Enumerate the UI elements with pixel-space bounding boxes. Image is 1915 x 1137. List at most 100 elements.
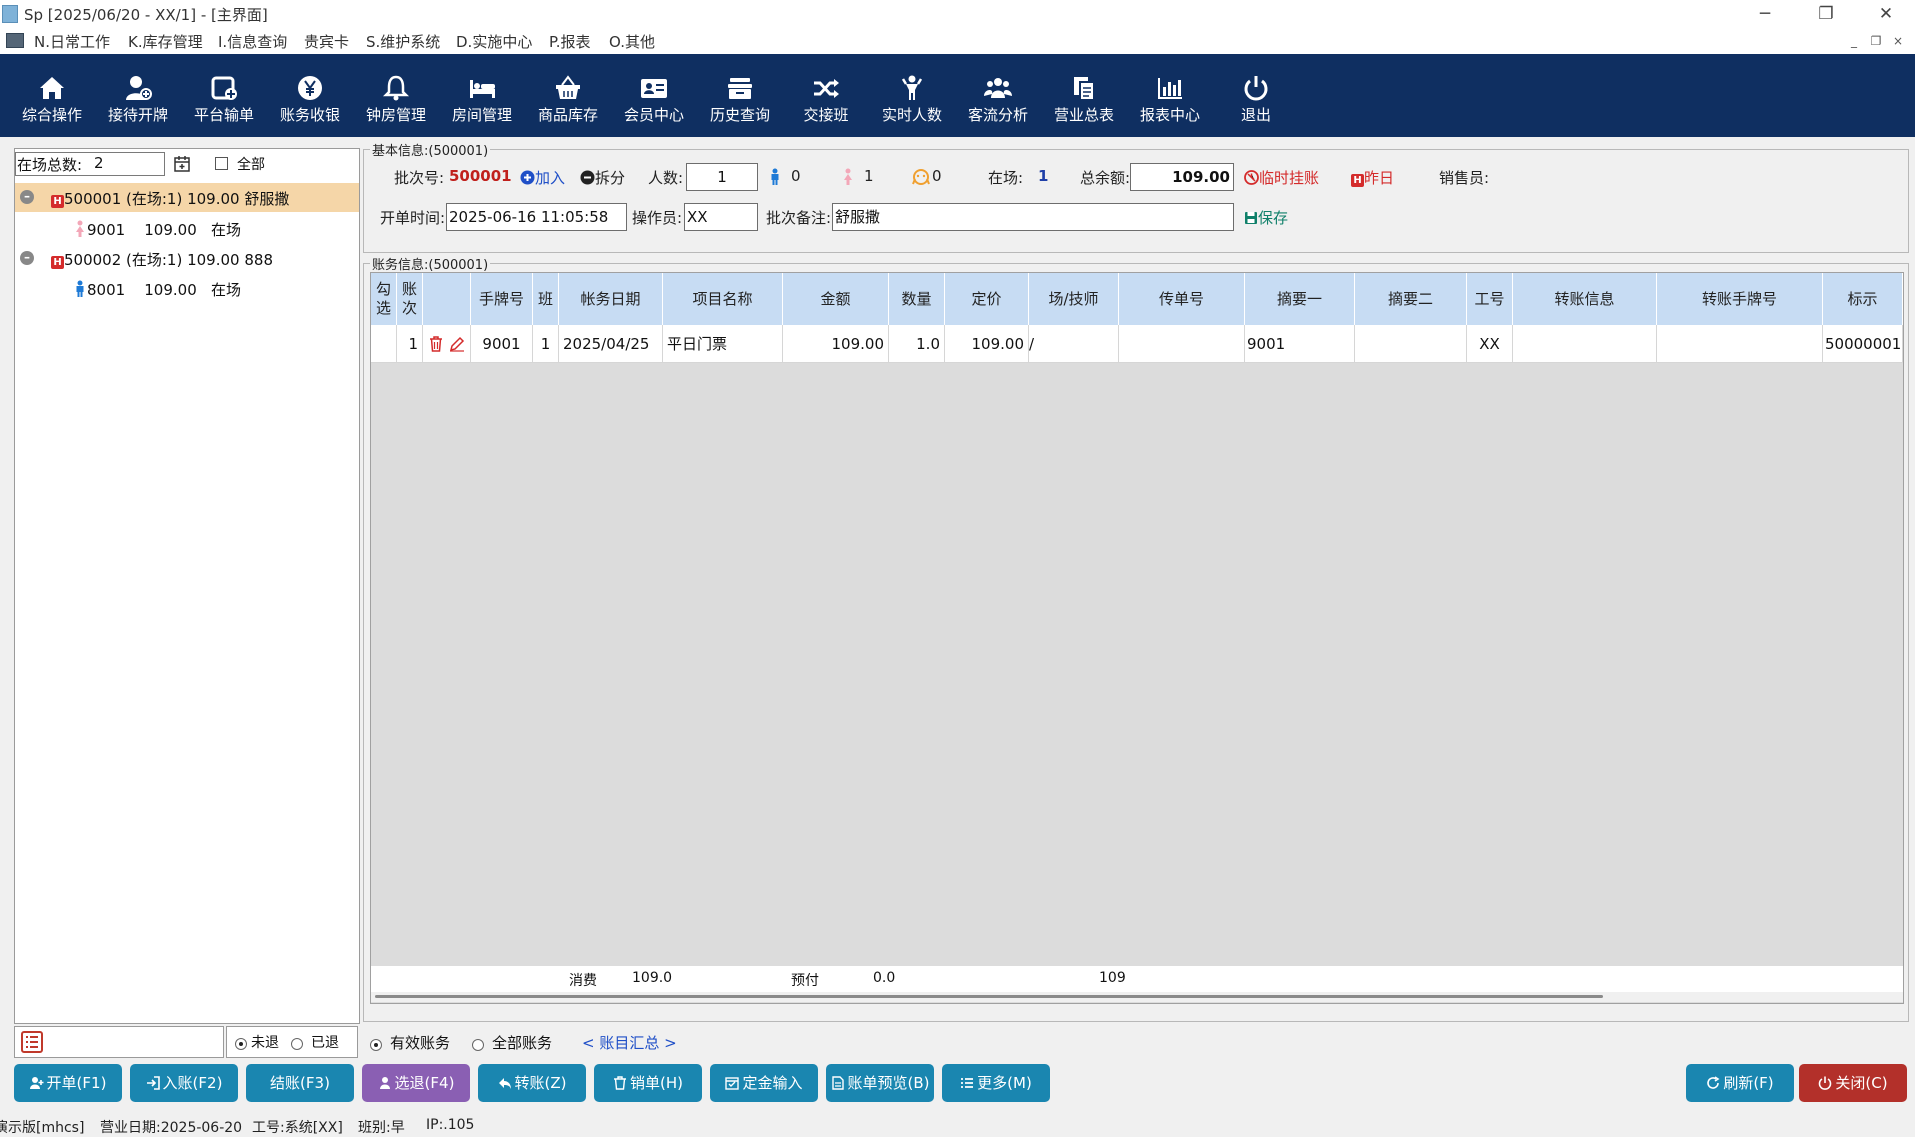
select-return-button[interactable]: 选退(F4) (362, 1064, 470, 1102)
calendar-icon[interactable] (173, 155, 191, 173)
toolbar-clock-room[interactable]: 钟房管理 (353, 54, 439, 137)
col-header-shift[interactable]: 班 (533, 273, 559, 325)
copy-docs-icon (1074, 77, 1095, 101)
operator-field[interactable]: XX (684, 203, 758, 231)
refresh-button[interactable]: 刷新(F) (1686, 1064, 1794, 1102)
collapse-icon[interactable]: – (20, 251, 34, 265)
prepay-label: 预付 (791, 973, 819, 989)
toolbar-label: 账务收银 (279, 106, 340, 124)
show-all-checkbox[interactable] (215, 155, 228, 173)
close-window-button[interactable]: ✕ (1857, 0, 1915, 28)
menu-implementation[interactable]: D.实施中心 (456, 31, 532, 52)
restore-button[interactable]: ❐ (1797, 0, 1855, 28)
split-button[interactable]: 拆分 (580, 167, 625, 188)
people-count-field[interactable]: 1 (686, 163, 758, 191)
menu-vip-card[interactable]: 贵宾卡 (304, 31, 349, 52)
col-header-worker-id[interactable]: 工号 (1467, 273, 1513, 325)
toolbar-exit[interactable]: 退出 (1213, 54, 1299, 137)
menu-other[interactable]: O.其他 (609, 31, 655, 52)
settle-button[interactable]: 结账(F3) (246, 1064, 354, 1102)
toolbar-cashier[interactable]: 账务收银 (267, 54, 353, 137)
toolbar-passenger-flow[interactable]: 客流分析 (955, 54, 1041, 137)
menu-system-maintenance[interactable]: S.维护系统 (366, 31, 440, 52)
open-bill-button[interactable]: 开单(F1) (14, 1064, 122, 1102)
toolbar-room-management[interactable]: 房间管理 (439, 54, 525, 137)
tree-child-9001[interactable]: 9001 109.00 在场 (87, 219, 241, 240)
toolbar-member-center[interactable]: 会员中心 (611, 54, 697, 137)
col-header-order-no[interactable]: 传单号 (1119, 273, 1245, 325)
calendar-check-icon (725, 1077, 740, 1090)
scrollbar-thumb[interactable] (375, 995, 1603, 998)
toolbar-report-center[interactable]: 报表中心 (1127, 54, 1213, 137)
edit-icon[interactable] (449, 336, 465, 352)
menu-daily-work[interactable]: N.日常工作 (34, 31, 110, 52)
minimize-button[interactable]: ─ (1736, 0, 1794, 28)
toolbar-reception[interactable]: 接待开牌 (95, 54, 181, 137)
entry-button[interactable]: 入账(F2) (130, 1064, 238, 1102)
col-header-price[interactable]: 定价 (945, 273, 1029, 325)
delete-icon[interactable] (429, 336, 443, 352)
col-header-summary-2[interactable]: 摘要二 (1355, 273, 1467, 325)
returned-radio[interactable] (291, 1035, 303, 1053)
col-header-marker[interactable]: 标示 (1823, 273, 1903, 325)
search-box[interactable] (14, 1026, 224, 1058)
toolbar-business-summary[interactable]: 营业总表 (1041, 54, 1127, 137)
close-button[interactable]: 关闭(C) (1799, 1064, 1907, 1102)
toolbar-realtime-count[interactable]: 实时人数 (869, 54, 955, 137)
mdi-close-button[interactable]: × (1888, 32, 1908, 50)
col-header-transfer-info[interactable]: 转账信息 (1513, 273, 1657, 325)
plus-circle-icon (520, 170, 535, 185)
col-header-account-date[interactable]: 帐务日期 (559, 273, 663, 325)
collapse-icon[interactable]: – (20, 190, 34, 204)
mdi-restore-button[interactable]: ❐ (1866, 32, 1886, 50)
horizontal-scrollbar[interactable] (371, 992, 1903, 1002)
yesterday-button[interactable]: H 昨日 (1351, 167, 1394, 188)
save-button[interactable]: 保存 (1244, 207, 1288, 228)
mdi-minimize-button[interactable]: _ (1844, 32, 1864, 50)
refresh-icon (1707, 1076, 1720, 1089)
col-header-quantity[interactable]: 数量 (889, 273, 945, 325)
cancel-bill-button[interactable]: 销单(H) (594, 1064, 702, 1102)
archive-box-icon (728, 78, 752, 99)
deposit-input-button[interactable]: 定金输入 (710, 1064, 818, 1102)
transfer-button[interactable]: 转账(Z) (478, 1064, 586, 1102)
col-header-venue-technician[interactable]: 场/技师 (1029, 273, 1119, 325)
menu-info-query[interactable]: I.信息查询 (218, 31, 287, 52)
consume-value: 109.0 (632, 970, 673, 986)
toolbar-goods-inventory[interactable]: 商品库存 (525, 54, 611, 137)
toolbar-platform-entry[interactable]: 平台输单 (181, 54, 267, 137)
unreturned-radio[interactable] (235, 1035, 247, 1053)
tree-node-500001[interactable]: H 500001 (在场:1) 109.00 舒服撒 (51, 188, 289, 209)
menu-reports[interactable]: P.报表 (549, 31, 590, 52)
temp-hold-button[interactable]: 临时挂账 (1244, 167, 1319, 188)
col-header-summary-1[interactable]: 摘要一 (1245, 273, 1355, 325)
tree-node-500002[interactable]: H 500002 (在场:1) 109.00 888 (51, 249, 273, 270)
col-header-transfer-tag[interactable]: 转账手牌号 (1657, 273, 1823, 325)
toolbar-comprehensive[interactable]: 综合操作 (9, 54, 95, 137)
col-header-item-name[interactable]: 项目名称 (663, 273, 783, 325)
col-header-seq[interactable]: 账次 (397, 273, 423, 325)
list-icon[interactable] (21, 1031, 43, 1053)
cell-select[interactable] (371, 325, 397, 363)
col-header-hand-tag[interactable]: 手牌号 (471, 273, 533, 325)
toolbar-shift-handover[interactable]: 交接班 (783, 54, 869, 137)
balance-field[interactable]: 109.00 (1130, 163, 1234, 191)
col-header-select[interactable]: 勾选 (371, 273, 397, 325)
group-icon (984, 78, 1012, 98)
col-header-amount[interactable]: 金额 (783, 273, 889, 325)
all-account-radio[interactable] (472, 1036, 484, 1054)
add-button[interactable]: 加入 (520, 167, 565, 188)
valid-account-radio[interactable] (370, 1036, 382, 1054)
bill-preview-button[interactable]: 账单预览(B) (826, 1064, 934, 1102)
more-button[interactable]: 更多(M) (942, 1064, 1050, 1102)
toolbar-history-query[interactable]: 历史查询 (697, 54, 783, 137)
open-time-field[interactable]: 2025-06-16 11:05:58 (446, 203, 627, 231)
menu-inventory[interactable]: K.库存管理 (128, 31, 203, 52)
tree-child-8001[interactable]: 8001 109.00 在场 (87, 279, 241, 300)
guest-tree-panel: 在场总数: 2 全部 – H 500001 (在场:1) 109.00 舒服撒 9… (14, 148, 360, 1024)
account-summary-link[interactable]: < 账目汇总 > (582, 1032, 677, 1053)
home-icon (40, 77, 64, 99)
remark-field[interactable]: 舒服撒 (832, 203, 1234, 231)
cell-seq: 1 (397, 325, 423, 363)
cell-summary-2 (1355, 325, 1467, 363)
